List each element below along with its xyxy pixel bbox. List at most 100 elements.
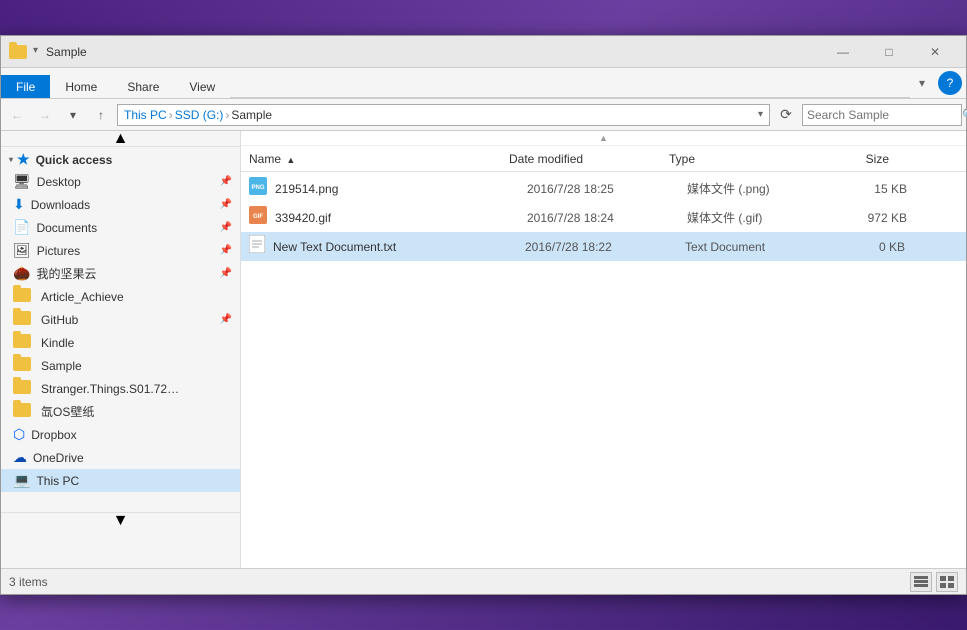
tab-view[interactable]: View: [174, 75, 230, 98]
downloads-icon: ⬇: [13, 196, 25, 213]
sidebar-item-pictures[interactable]: 🖼 Pictures 📌: [1, 239, 240, 262]
sidebar-item-article-label: Article_Achieve: [41, 290, 124, 304]
quick-access-label: Quick access: [36, 153, 113, 167]
sidebar-item-sample[interactable]: Sample: [1, 354, 240, 377]
status-bar: 3 items: [1, 568, 966, 594]
sidebar-item-this-pc-label: This PC: [36, 474, 79, 488]
pin-icon-nutcloud: 📌: [220, 268, 232, 279]
sidebar-item-downloads[interactable]: ⬇ Downloads 📌: [1, 193, 240, 216]
up-button[interactable]: ↑: [89, 103, 113, 127]
sidebar: ▲ ▾ ★ Quick access 🖥 Desktop 📌 ⬇ Downloa…: [1, 131, 241, 568]
sidebar-scroll-down[interactable]: ▼: [1, 512, 240, 528]
file-name-gif: 339420.gif: [275, 211, 527, 225]
pin-icon-desktop: 📌: [220, 176, 232, 187]
sidebar-item-desktop[interactable]: 🖥 Desktop 📌: [1, 170, 240, 193]
sidebar-item-xenos[interactable]: 氙OS壁纸: [1, 400, 240, 423]
col-header-type[interactable]: Type: [669, 152, 809, 166]
explorer-window: ▾ Sample — □ ✕ File Home Share View ▾ ? …: [0, 35, 967, 595]
sort-indicator: ▲: [241, 131, 966, 146]
file-type-png: 媒体文件 (.png): [687, 180, 827, 197]
sidebar-item-documents[interactable]: 📄 Documents 📌: [1, 216, 240, 239]
ribbon-tabs: File Home Share View ▾ ?: [1, 68, 966, 98]
search-input[interactable]: [807, 108, 962, 122]
breadcrumb-ssd[interactable]: SSD (G:): [175, 108, 224, 122]
search-bar: 🔍: [802, 104, 962, 126]
sidebar-item-pictures-label: Pictures: [37, 244, 80, 258]
maximize-button[interactable]: □: [866, 36, 912, 68]
help-button[interactable]: ?: [938, 71, 962, 95]
tab-home[interactable]: Home: [50, 75, 112, 98]
dropdown-recent-button[interactable]: ▾: [61, 103, 85, 127]
file-name-txt: New Text Document.txt: [273, 240, 525, 254]
sidebar-item-kindle[interactable]: Kindle: [1, 331, 240, 354]
sidebar-item-onedrive-label: OneDrive: [33, 451, 84, 465]
svg-text:GIF: GIF: [253, 214, 263, 220]
file-type-txt: Text Document: [685, 240, 825, 254]
sidebar-item-article-achieve[interactable]: Article_Achieve: [1, 285, 240, 308]
sidebar-item-this-pc[interactable]: 💻 This PC: [1, 469, 240, 492]
large-icons-view-button[interactable]: [936, 572, 958, 592]
sort-up-arrow: ▲: [599, 133, 608, 143]
breadcrumb-this-pc[interactable]: This PC: [124, 108, 167, 122]
sidebar-item-github-label: GitHub: [41, 313, 78, 327]
details-view-button[interactable]: [910, 572, 932, 592]
window-title: Sample: [46, 45, 820, 59]
sidebar-item-downloads-label: Downloads: [31, 198, 90, 212]
minimize-button[interactable]: —: [820, 36, 866, 68]
item-count: 3 items: [9, 575, 48, 589]
title-icons: ▾: [9, 45, 38, 59]
gif-file-icon: GIF: [249, 206, 267, 229]
ribbon: File Home Share View ▾ ?: [1, 68, 966, 99]
window-controls: — □ ✕: [820, 36, 958, 68]
sidebar-header-quick-access[interactable]: ▾ ★ Quick access: [1, 147, 240, 170]
file-type-gif: 媒体文件 (.gif): [687, 209, 827, 226]
pin-icon-pictures: 📌: [220, 245, 232, 256]
sidebar-item-github[interactable]: GitHub 📌: [1, 308, 240, 331]
content-area: ▲ Name ▲ Date modified Type Size: [241, 131, 966, 568]
sidebar-item-kindle-label: Kindle: [41, 336, 74, 350]
col-header-date[interactable]: Date modified: [509, 152, 669, 166]
file-size-png: 15 KB: [827, 182, 907, 196]
xenos-folder-icon: [13, 403, 31, 420]
close-button[interactable]: ✕: [912, 36, 958, 68]
file-date-gif: 2016/7/28 18:24: [527, 211, 687, 225]
github-folder-icon: [13, 311, 31, 328]
sidebar-item-documents-label: Documents: [36, 221, 97, 235]
expand-icon-quick-access: ▾: [9, 155, 13, 164]
ribbon-dropdown-btn[interactable]: ▾: [910, 71, 934, 95]
refresh-button[interactable]: ⟳: [774, 103, 798, 127]
back-button[interactable]: ←: [5, 103, 29, 127]
tab-share[interactable]: Share: [112, 75, 174, 98]
breadcrumb-sample: Sample: [231, 108, 272, 122]
file-name-png: 219514.png: [275, 182, 527, 196]
sidebar-item-dropbox[interactable]: ⬡ Dropbox: [1, 423, 240, 446]
col-header-name[interactable]: Name ▲: [249, 152, 509, 166]
file-date-txt: 2016/7/28 18:22: [525, 240, 685, 254]
col-header-size[interactable]: Size: [809, 152, 889, 166]
file-list: PNG 219514.png 2016/7/28 18:25 媒体文件 (.pn…: [241, 172, 966, 568]
txt-file-icon: [249, 235, 265, 258]
file-row-txt[interactable]: New Text Document.txt 2016/7/28 18:22 Te…: [241, 232, 966, 261]
st-folder-icon: [13, 380, 31, 397]
breadcrumb-end-chevron: ▾: [758, 109, 763, 120]
dropbox-icon: ⬡: [13, 426, 25, 443]
sidebar-item-onedrive[interactable]: ☁ OneDrive: [1, 446, 240, 469]
pin-icon-github: 📌: [220, 314, 232, 325]
tab-file[interactable]: File: [1, 75, 50, 98]
forward-button[interactable]: →: [33, 103, 57, 127]
sidebar-scroll-up[interactable]: ▲: [1, 131, 240, 147]
column-headers: Name ▲ Date modified Type Size: [241, 146, 966, 172]
pin-icon-documents: 📌: [220, 222, 232, 233]
file-row-gif[interactable]: GIF 339420.gif 2016/7/28 18:24 媒体文件 (.gi…: [241, 203, 966, 232]
address-bar: ← → ▾ ↑ This PC › SSD (G:) › Sample ▾ ⟳ …: [1, 99, 966, 131]
sidebar-item-stranger-things[interactable]: Stranger.Things.S01.720p.N: [1, 377, 240, 400]
file-row-png[interactable]: PNG 219514.png 2016/7/28 18:25 媒体文件 (.pn…: [241, 174, 966, 203]
desktop-icon: 🖥: [13, 173, 31, 190]
article-folder-icon: [13, 288, 31, 305]
sidebar-item-desktop-label: Desktop: [37, 175, 81, 189]
breadcrumb-bar[interactable]: This PC › SSD (G:) › Sample ▾: [117, 104, 770, 126]
documents-icon: 📄: [13, 219, 30, 236]
sidebar-item-nutcloud[interactable]: 🌰 我的坚果云 📌: [1, 262, 240, 285]
this-pc-icon: 💻: [13, 472, 30, 489]
search-icon[interactable]: 🔍: [962, 108, 967, 122]
